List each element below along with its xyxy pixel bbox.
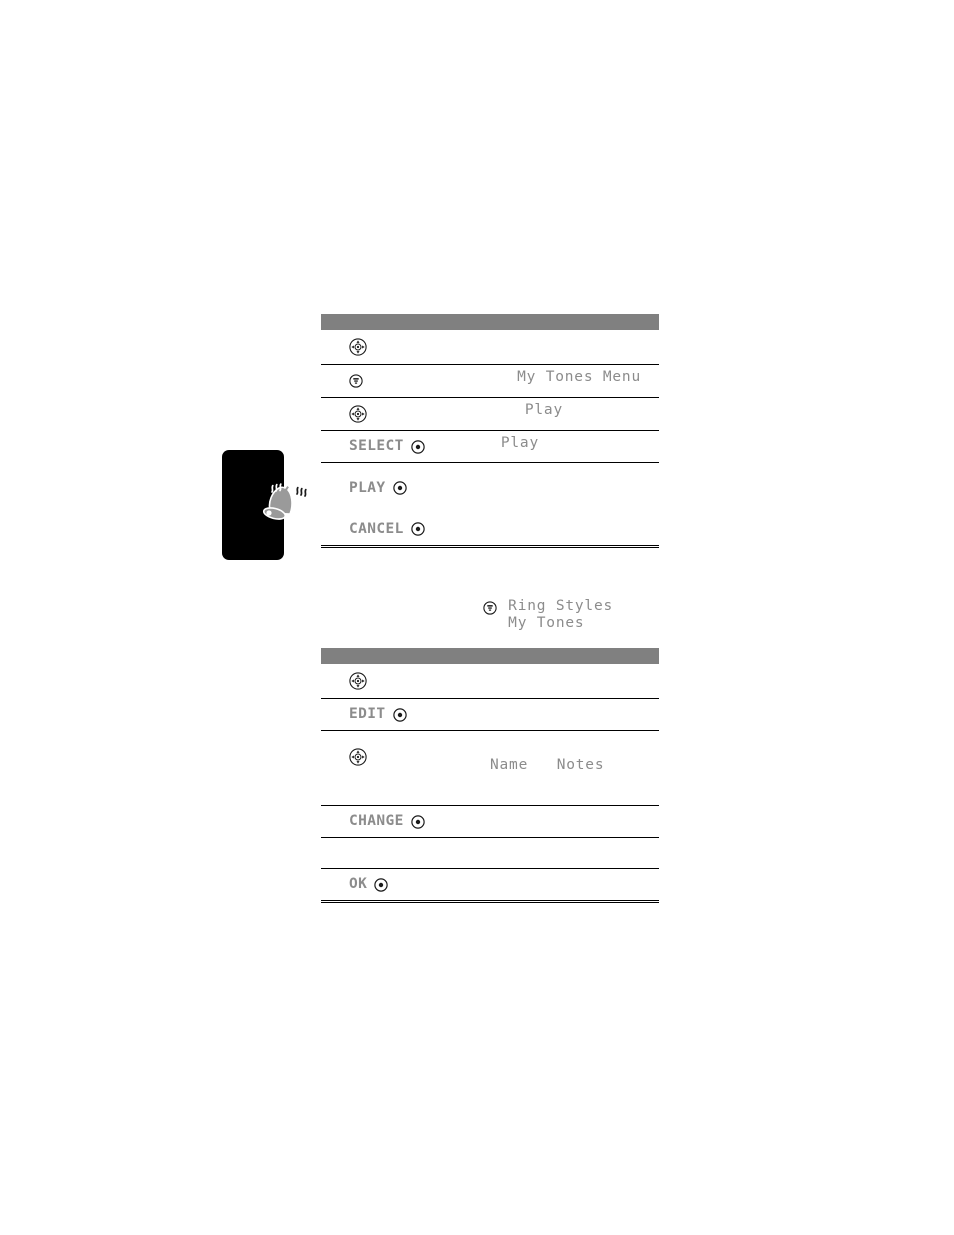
display-text: [490, 513, 659, 545]
display-text: [490, 806, 659, 837]
display-text: [490, 699, 659, 730]
display-text: Name Notes: [490, 757, 605, 773]
nav-key-icon[interactable]: [349, 338, 367, 356]
display-cell: [490, 698, 659, 731]
key-cell: [321, 397, 490, 431]
key-cell: SELECT: [321, 430, 490, 463]
table-header-bar-cell: [321, 314, 659, 330]
table-row: SELECT Play: [321, 430, 659, 463]
display-text: [490, 463, 659, 513]
softkey-label: EDIT: [349, 706, 386, 723]
table-body: My Tones Menu Play SELECT Play PLAY CANCEL: [321, 314, 659, 548]
key-cell: CHANGE: [321, 805, 490, 838]
dot-key-icon[interactable]: [392, 481, 407, 495]
key-cell: PLAY: [321, 463, 490, 514]
softkey-group: [321, 398, 490, 430]
table-row: [321, 664, 659, 699]
menu-key-icon: [483, 601, 497, 615]
key-cell: [321, 730, 490, 806]
display-note-text: Ring Styles My Tones: [508, 598, 613, 633]
dot-key-icon[interactable]: [392, 707, 407, 722]
key-cell: CANCEL: [321, 513, 490, 548]
display-cell: [490, 837, 659, 869]
softkey-group: [321, 365, 490, 397]
softkey-group: [321, 731, 490, 783]
display-cell: [490, 805, 659, 838]
procedure-table-edit-a-tone: EDIT Name Notes CHANGE OK: [321, 648, 659, 903]
key-cell: [321, 330, 490, 365]
softkey-label: PLAY: [349, 479, 386, 496]
table-row: Play: [321, 397, 659, 431]
table-row: PLAY: [321, 463, 659, 514]
procedure-table-play-a-tone: My Tones Menu Play SELECT Play PLAY CANCEL: [321, 314, 659, 548]
display-cell: Play: [490, 397, 659, 431]
display-cell: [490, 330, 659, 365]
softkey-group: [321, 838, 490, 868]
display-text: [490, 838, 659, 868]
menu-key-icon[interactable]: [349, 374, 363, 388]
table-row: OK: [321, 868, 659, 903]
dot-key-icon[interactable]: [411, 439, 425, 454]
display-text: [490, 664, 659, 698]
softkey-group: EDIT: [321, 699, 490, 730]
display-text: [490, 330, 659, 364]
key-cell: [321, 837, 490, 869]
display-cell: [490, 664, 659, 699]
display-text: [490, 869, 659, 900]
display-cell: Play: [490, 430, 659, 463]
softkey-group: PLAY: [321, 463, 490, 513]
table-row: [321, 330, 659, 365]
softkey-label: CHANGE: [349, 813, 404, 830]
display-note-line2: My Tones: [508, 615, 585, 632]
key-cell: [321, 364, 490, 398]
display-text: Play: [500, 435, 539, 451]
display-cell: [490, 513, 659, 548]
table-header-bar-cell: [321, 648, 659, 664]
table-row: My Tones Menu: [321, 364, 659, 398]
softkey-label: CANCEL: [349, 520, 404, 537]
display-text: My Tones Menu: [517, 369, 641, 385]
display-cell: My Tones Menu: [490, 364, 659, 398]
softkey-group: CANCEL: [321, 513, 490, 545]
dot-key-icon[interactable]: [411, 814, 425, 829]
dot-key-icon[interactable]: [374, 877, 388, 892]
nav-key-icon[interactable]: [349, 672, 367, 690]
key-cell: OK: [321, 868, 490, 903]
softkey-label: OK: [349, 876, 368, 893]
table-row: [321, 837, 659, 869]
softkey-group: CHANGE: [321, 806, 490, 837]
key-cell: [321, 664, 490, 699]
display-cell: [490, 868, 659, 903]
nav-key-icon[interactable]: [349, 748, 367, 766]
table-row: CHANGE: [321, 805, 659, 838]
display-note-ring-styles: Ring Styles My Tones: [321, 598, 659, 633]
softkey-group: [321, 664, 490, 698]
table-row: Name Notes: [321, 730, 659, 806]
table-row: EDIT: [321, 698, 659, 731]
key-cell: EDIT: [321, 698, 490, 731]
dot-key-icon[interactable]: [411, 522, 425, 536]
softkey-group: [321, 330, 490, 364]
display-cell: [490, 463, 659, 514]
nav-key-icon[interactable]: [349, 405, 367, 423]
table-header-bar: [321, 314, 659, 330]
ringer-bell-icon: [252, 480, 312, 528]
table-body: EDIT Name Notes CHANGE OK: [321, 648, 659, 903]
softkey-group: OK: [321, 869, 490, 900]
display-text: Play: [524, 402, 563, 418]
table-header-bar: [321, 648, 659, 664]
display-cell: Name Notes: [490, 730, 659, 806]
softkey-label: SELECT: [349, 438, 404, 455]
softkey-group: SELECT: [321, 431, 490, 462]
display-note-line1: Ring Styles: [508, 598, 613, 614]
table-row: CANCEL: [321, 513, 659, 548]
